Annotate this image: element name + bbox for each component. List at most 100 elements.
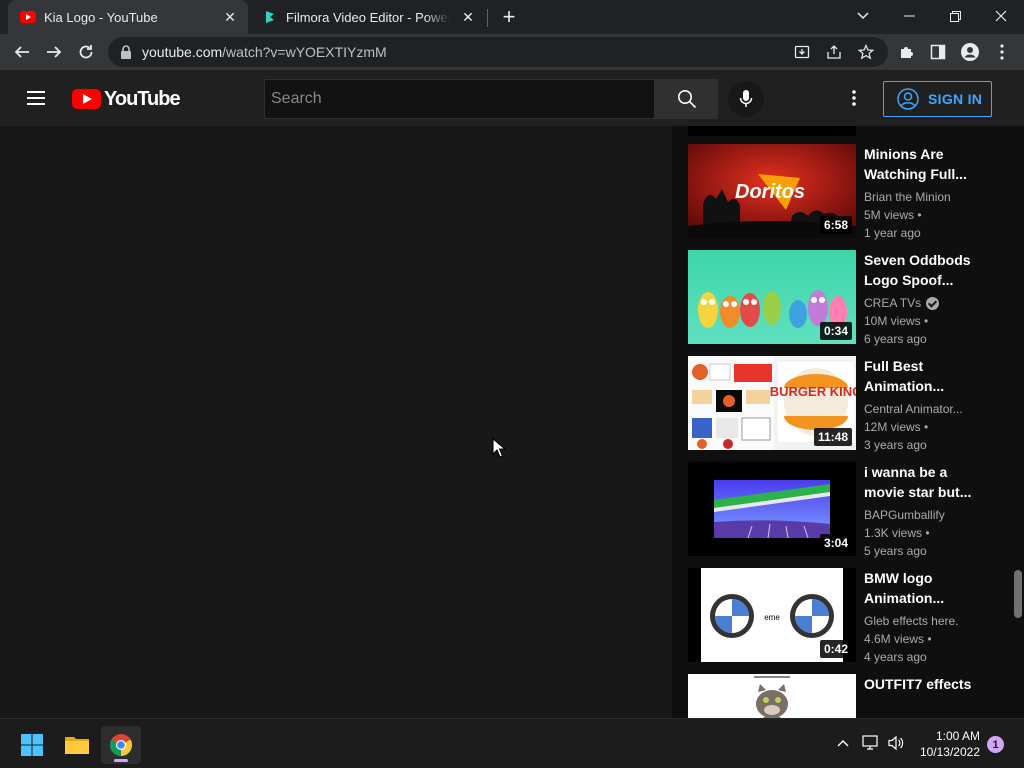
upload-age: 3 years ago <box>864 438 927 452</box>
video-thumbnail[interactable]: BURGER KING 11:48 <box>688 356 856 450</box>
url-text: youtube.com/watch?v=wYOEXTIYzmM <box>142 44 387 60</box>
page-scrollbar[interactable] <box>1012 126 1024 718</box>
youtube-logo[interactable]: YouTube <box>72 88 181 110</box>
chrome-menu-button[interactable] <box>988 38 1016 66</box>
view-count: 4.6M views • <box>864 632 932 646</box>
back-button[interactable] <box>8 38 36 66</box>
channel-name[interactable]: CREA TVs <box>864 294 974 312</box>
voice-search-button[interactable] <box>728 81 764 117</box>
settings-menu-button[interactable] <box>842 86 866 110</box>
video-meta: Minions Are Watching Full... Brian the M… <box>864 144 974 242</box>
install-app-icon[interactable] <box>793 43 811 61</box>
share-icon[interactable] <box>825 43 843 61</box>
lock-icon <box>121 45 131 59</box>
system-clock[interactable]: 1:00 AM 10/13/2022 <box>910 728 980 760</box>
new-tab-button[interactable]: + <box>497 4 521 29</box>
close-window-button[interactable] <box>978 0 1024 32</box>
recommendation-item[interactable]: 0:34 Seven Oddbods Logo Spoof... CREA TV… <box>688 250 988 346</box>
file-explorer-button[interactable] <box>57 726 97 764</box>
folder-icon <box>65 737 89 754</box>
tab-title: Kia Logo - YouTube <box>44 9 158 25</box>
view-count: 5M views • <box>864 208 922 222</box>
network-icon[interactable] <box>861 733 881 753</box>
mouse-cursor-icon <box>492 438 506 458</box>
search-input[interactable] <box>265 80 654 118</box>
hamburger-menu-icon[interactable] <box>24 86 48 110</box>
volume-icon[interactable] <box>886 733 906 753</box>
forward-arrow-icon <box>47 46 62 58</box>
reload-icon <box>79 45 93 59</box>
start-button[interactable] <box>12 726 52 764</box>
video-title[interactable]: Minions Are Watching Full... <box>864 144 974 184</box>
active-app-indicator <box>114 759 128 762</box>
channel-name[interactable]: BAPGumballify <box>864 506 974 524</box>
recommendation-item[interactable]: eme 0:42 BMW logo Animation... Gleb effe… <box>688 568 988 664</box>
recommendation-item[interactable]: OUTFIT7 effects <box>688 674 988 718</box>
notification-badge[interactable]: 1 <box>987 736 1004 753</box>
forward-button[interactable] <box>40 38 68 66</box>
recommendations-list: Doritos 6:58 Minions Are Watching Full..… <box>688 126 1008 718</box>
address-bar[interactable]: youtube.com/watch?v=wYOEXTIYzmM <box>108 37 888 67</box>
restore-button[interactable] <box>932 0 978 32</box>
search-button[interactable] <box>655 79 718 119</box>
scrollbar-thumb[interactable] <box>1014 570 1022 618</box>
video-title[interactable]: BMW logo Animation... <box>864 568 974 608</box>
tab-title: Filmora Video Editor - Powerful V <box>286 9 450 25</box>
video-duration: 3:04 <box>819 534 852 552</box>
url-host: youtube.com <box>142 44 223 60</box>
tab-separator <box>487 9 488 27</box>
kebab-menu-icon <box>1000 44 1004 60</box>
view-count: 12M views • <box>864 420 929 434</box>
tab-search-chevron-icon[interactable] <box>840 0 886 32</box>
youtube-play-icon <box>72 89 101 109</box>
bookmark-star-icon[interactable] <box>857 43 875 61</box>
tab-filmora[interactable]: Filmora Video Editor - Powerful V ✕ <box>250 0 486 34</box>
search-icon <box>677 90 696 109</box>
verified-check-icon <box>926 296 940 310</box>
profile-icon <box>961 43 979 61</box>
video-meta: BMW logo Animation... Gleb effects here.… <box>864 568 974 666</box>
upload-age: 5 years ago <box>864 544 927 558</box>
video-meta: OUTFIT7 effects <box>864 674 974 694</box>
channel-name[interactable]: Gleb effects here. <box>864 612 974 630</box>
account-circle-icon <box>897 88 919 110</box>
browser-tabstrip: Kia Logo - YouTube ✕ Filmora Video Edito… <box>0 0 1024 34</box>
video-player-area[interactable] <box>0 126 672 718</box>
reload-button[interactable] <box>72 38 100 66</box>
video-title[interactable]: Full Best Animation... <box>864 356 974 396</box>
recommendation-item[interactable]: 3:04 i wanna be a movie star but... BAPG… <box>688 462 988 558</box>
video-thumbnail[interactable]: eme 0:42 <box>688 568 856 662</box>
profile-button[interactable] <box>956 38 984 66</box>
channel-name[interactable]: Central Animator... <box>864 400 974 418</box>
channel-label: CREA TVs <box>864 296 922 310</box>
chrome-taskbar-button[interactable] <box>101 726 141 764</box>
microphone-icon <box>739 90 753 107</box>
video-thumbnail[interactable]: Doritos 6:58 <box>688 144 856 238</box>
video-thumbnail[interactable]: 3:04 <box>688 462 856 556</box>
recommendation-item[interactable]: Doritos 6:58 Minions Are Watching Full..… <box>688 144 988 240</box>
close-tab-icon[interactable]: ✕ <box>458 7 478 27</box>
side-panel-button[interactable] <box>924 38 952 66</box>
video-title[interactable]: OUTFIT7 effects <box>864 674 974 694</box>
view-count: 1.3K views • <box>864 526 930 540</box>
minimize-button[interactable] <box>886 0 932 32</box>
close-tab-icon[interactable]: ✕ <box>220 7 240 27</box>
video-duration: 0:42 <box>819 640 852 658</box>
video-thumbnail[interactable] <box>688 674 856 718</box>
show-hidden-icons-chevron-icon[interactable] <box>833 733 853 753</box>
view-count: 10M views • <box>864 314 929 328</box>
extensions-button[interactable] <box>892 38 920 66</box>
video-duration: 11:48 <box>813 428 852 446</box>
recommendation-item[interactable]: BURGER KING 11:48 Full Best Animation...… <box>688 356 988 452</box>
clock-date: 10/13/2022 <box>919 745 980 759</box>
video-thumbnail[interactable]: 0:34 <box>688 250 856 344</box>
sign-in-button[interactable]: SIGN IN <box>883 81 992 117</box>
tab-kia-logo-youtube[interactable]: Kia Logo - YouTube ✕ <box>8 0 248 34</box>
url-path: /watch?v=wYOEXTIYzmM <box>222 44 387 60</box>
video-title[interactable]: Seven Oddbods Logo Spoof... <box>864 250 974 290</box>
video-meta: Full Best Animation... Central Animator.… <box>864 356 974 454</box>
windows-taskbar: 1:00 AM 10/13/2022 1 <box>0 718 1024 768</box>
channel-name[interactable]: Brian the Minion <box>864 188 974 206</box>
video-title[interactable]: i wanna be a movie star but... <box>864 462 974 502</box>
youtube-icon <box>20 9 36 25</box>
